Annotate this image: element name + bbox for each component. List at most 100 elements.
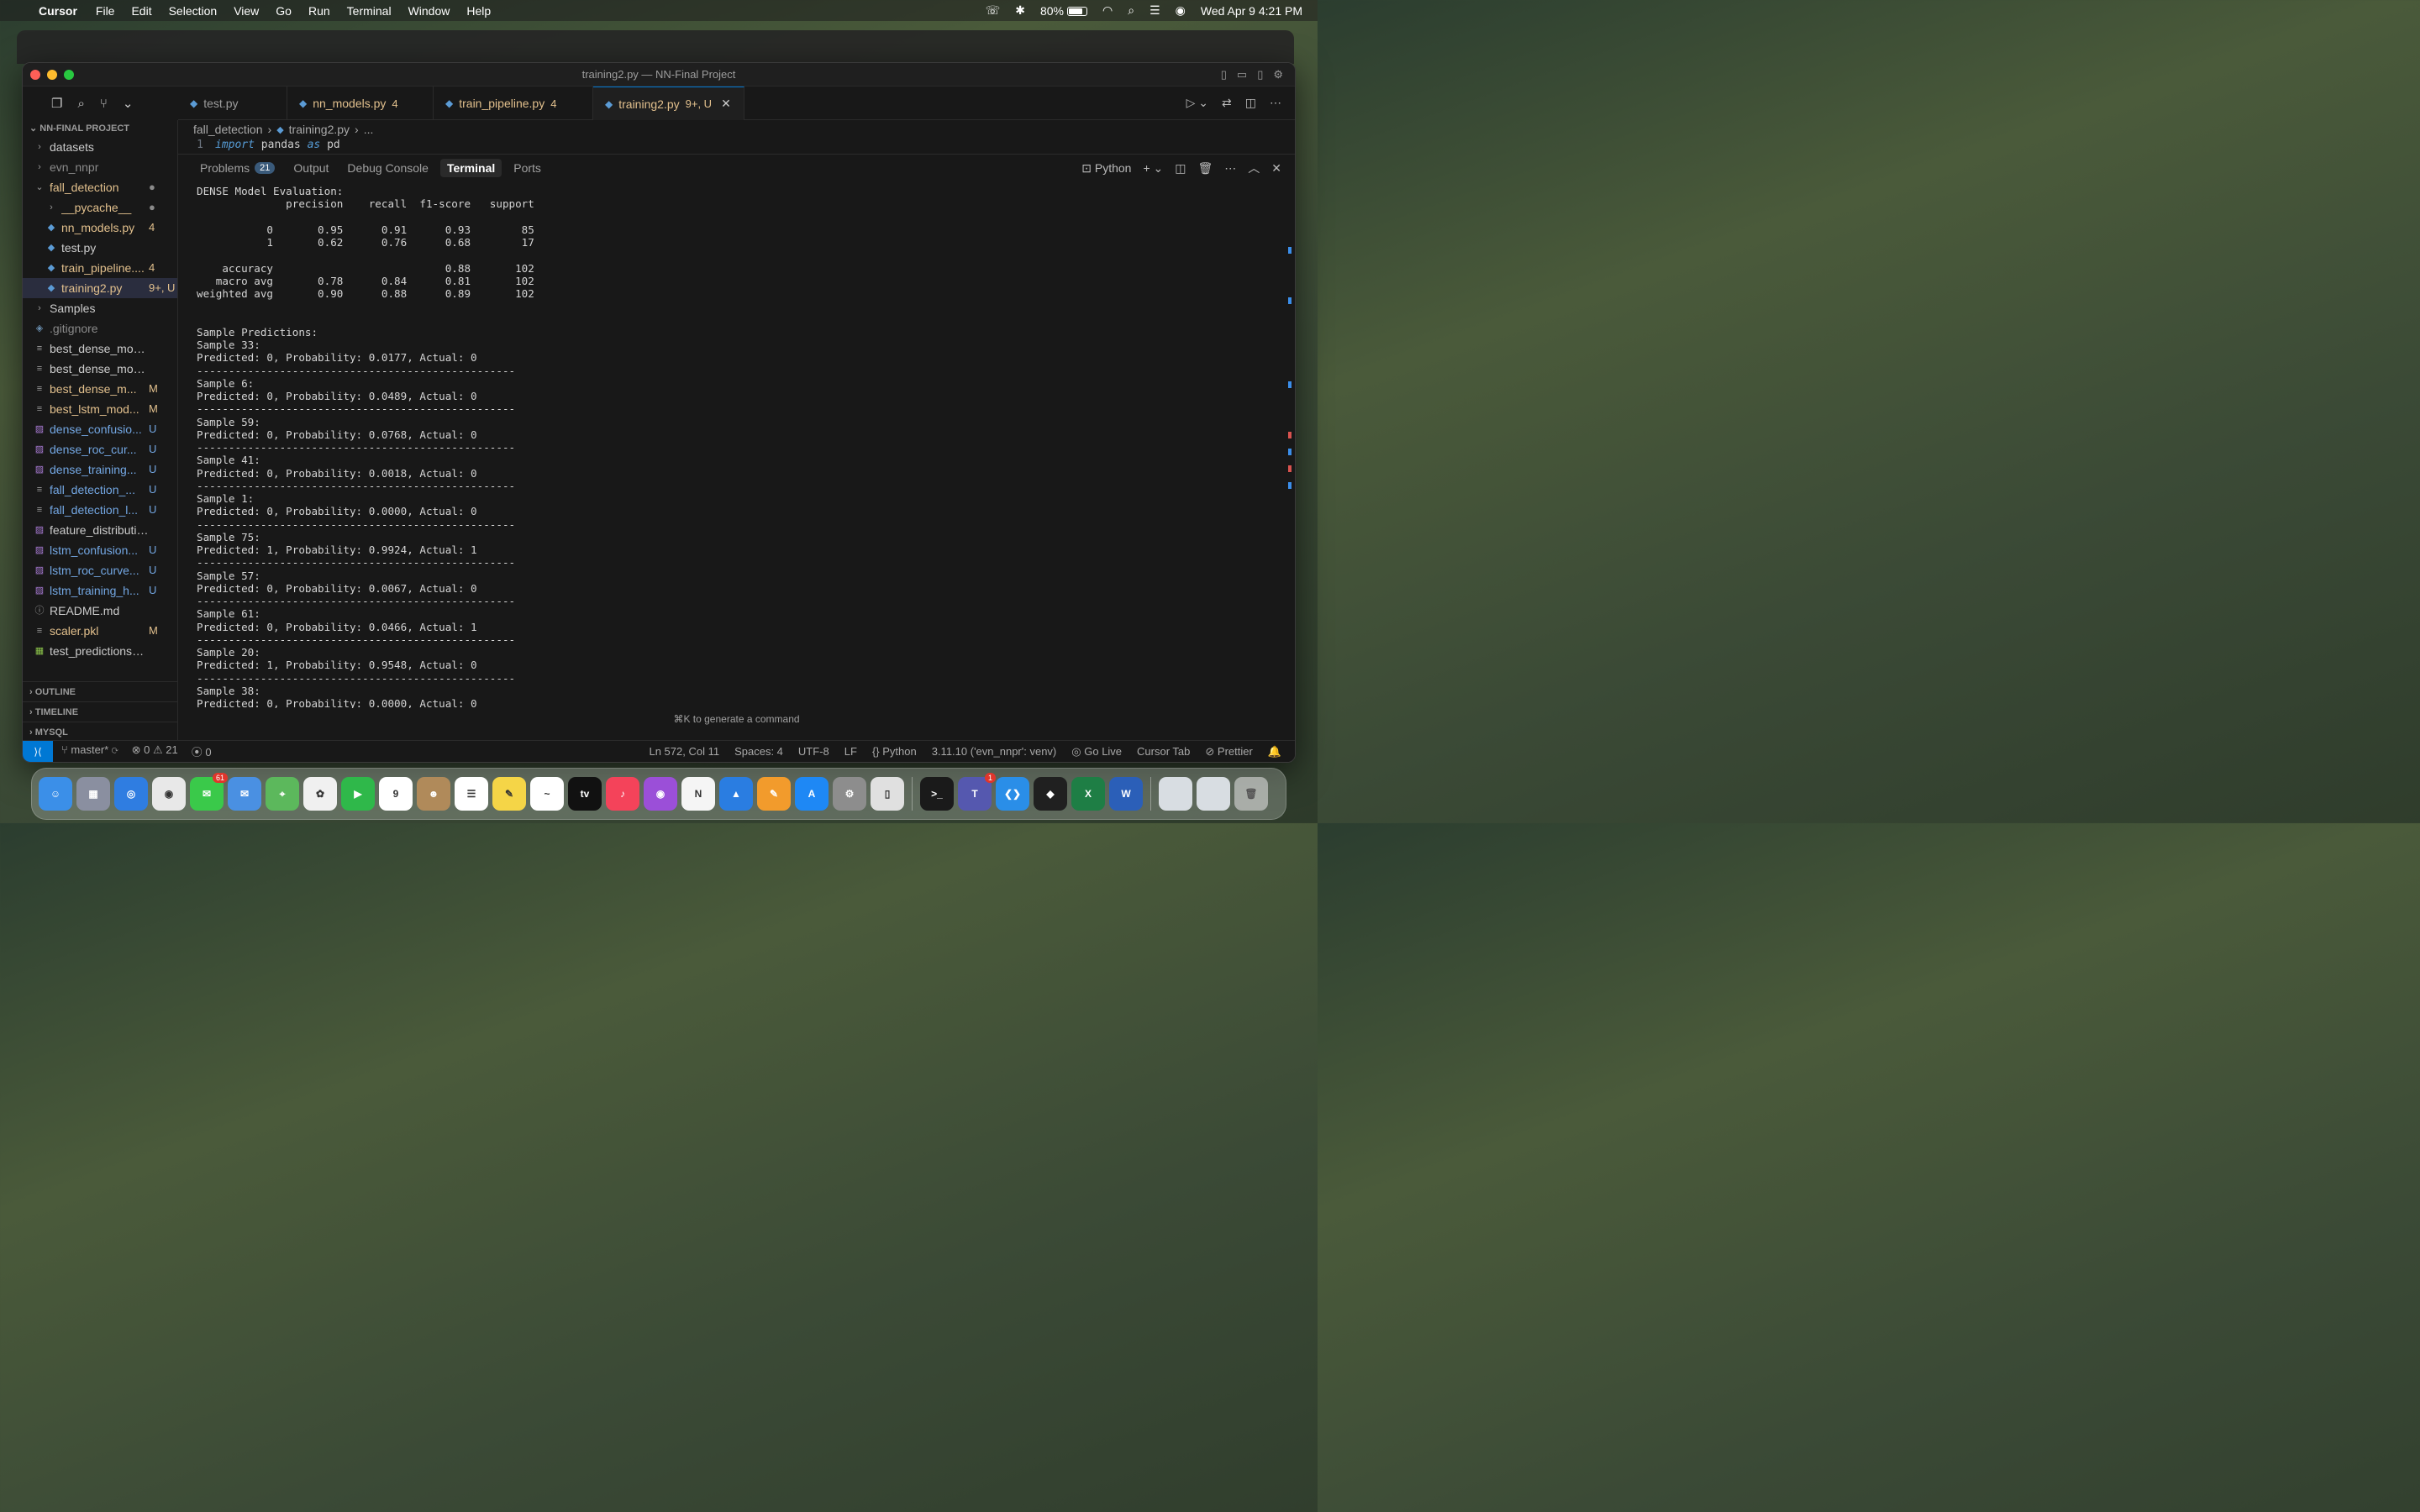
terminal-output[interactable]: DENSE Model Evaluation: precision recall… bbox=[197, 185, 1278, 708]
more-actions-icon[interactable]: ⋯ bbox=[1224, 161, 1236, 176]
run-python-file-icon[interactable]: ▷ ⌄ bbox=[1186, 96, 1208, 110]
bluetooth-icon[interactable]: ✱ bbox=[1015, 3, 1025, 18]
tab-terminal[interactable]: Terminal bbox=[439, 159, 502, 177]
file-tree-item[interactable]: ▨ dense_confusio... U bbox=[23, 419, 177, 439]
git-branch[interactable]: ⑂ master* ⟳ bbox=[61, 743, 118, 759]
file-tree-item[interactable]: ⌄ fall_detection ● bbox=[23, 177, 177, 197]
dock-app-system-settings-icon[interactable]: ⚙ bbox=[833, 777, 866, 811]
file-tree-item[interactable]: ≡ fall_detection_... U bbox=[23, 480, 177, 500]
dock-app-chrome-icon[interactable]: ◉ bbox=[152, 777, 186, 811]
mysql-section[interactable]: › MYSQL bbox=[23, 722, 178, 742]
toggle-panel-icon[interactable]: ▭ bbox=[1237, 68, 1247, 81]
file-tree-item[interactable]: ◆ train_pipeline.... 4 bbox=[23, 258, 177, 278]
file-tree-item[interactable]: ▦ test_predictions_rea... bbox=[23, 641, 177, 661]
dock-app-keynote-icon[interactable]: ▲ bbox=[719, 777, 753, 811]
file-tree-item[interactable]: ≡ best_dense_m... M bbox=[23, 379, 177, 399]
tab-train-pipeline-py[interactable]: ◆ train_pipeline.py 4 bbox=[434, 87, 593, 120]
dock-app-messages-icon[interactable]: ✉ 61 bbox=[190, 773, 228, 811]
timeline-section[interactable]: › TIMELINE bbox=[23, 701, 178, 722]
toggle-primary-sidebar-icon[interactable]: ▯ bbox=[1221, 68, 1227, 81]
dock-app-teams-icon[interactable]: T1 bbox=[958, 773, 996, 811]
menu-app-name[interactable]: Cursor bbox=[35, 4, 87, 18]
file-tree-item[interactable]: ◆ test.py bbox=[23, 238, 177, 258]
problems-summary[interactable]: ⊗ 0 ⚠ 21 bbox=[132, 743, 178, 759]
breadcrumb-more[interactable]: ... bbox=[364, 123, 374, 136]
wifi-icon[interactable]: ◠ bbox=[1102, 3, 1113, 18]
file-tree-item[interactable]: › __pycache__ ● bbox=[23, 197, 177, 218]
menu-go[interactable]: Go bbox=[267, 4, 300, 18]
cursor-position[interactable]: Ln 572, Col 11 bbox=[649, 745, 719, 759]
dock-app-iphone-mirroring-icon[interactable]: ▯ bbox=[871, 777, 904, 811]
battery-status[interactable]: 80% bbox=[1040, 4, 1088, 18]
settings-gear-icon[interactable]: ⚙ bbox=[1273, 68, 1283, 81]
breadcrumb-file[interactable]: training2.py bbox=[289, 123, 350, 136]
language-mode[interactable]: {} Python bbox=[872, 745, 917, 759]
kill-terminal-icon[interactable]: 🗑 bbox=[1197, 161, 1213, 176]
source-control-icon[interactable]: ⑂ bbox=[100, 97, 108, 111]
explorer-project-title[interactable]: ⌄ NN-FINAL PROJECT bbox=[23, 120, 177, 137]
tab-training2-py[interactable]: ◆ training2.py 9+, U ✕ bbox=[593, 87, 744, 120]
dock-app-calendar-icon[interactable]: 9 bbox=[379, 777, 413, 811]
open-changes-icon[interactable]: ⇄ bbox=[1222, 96, 1232, 110]
dock-app-cursor-icon[interactable]: ◆ bbox=[1034, 777, 1067, 811]
file-tree-item[interactable]: ◆ training2.py 9+, U bbox=[23, 278, 177, 298]
menu-run[interactable]: Run bbox=[300, 4, 339, 18]
dock-app-finder-icon[interactable]: ☺ bbox=[39, 777, 72, 811]
file-tree-item[interactable]: ▨ feature_distributions... bbox=[23, 520, 177, 540]
dock-app-word-icon[interactable]: W bbox=[1109, 777, 1143, 811]
dock-app-tv-icon[interactable]: tv bbox=[568, 777, 602, 811]
file-tree-item[interactable]: ▨ lstm_roc_curve... U bbox=[23, 560, 177, 580]
tab-problems[interactable]: Problems 21 bbox=[193, 159, 281, 177]
go-live[interactable]: ◎ Go Live bbox=[1071, 745, 1122, 759]
file-tree-item[interactable]: › evn_nnpr bbox=[23, 157, 177, 177]
dock-app-launchpad-icon[interactable]: ▦ bbox=[76, 777, 110, 811]
dock-app-excel-icon[interactable]: X bbox=[1071, 777, 1105, 811]
tab-debug-console[interactable]: Debug Console bbox=[340, 159, 435, 177]
outline-section[interactable]: › OUTLINE bbox=[23, 681, 178, 701]
file-tree-item[interactable]: ≡ scaler.pkl M bbox=[23, 621, 177, 641]
scrollbar-markers[interactable] bbox=[1286, 247, 1292, 667]
spotlight-search-icon[interactable]: ⌕ bbox=[1128, 3, 1134, 18]
split-terminal-icon[interactable]: ◫ bbox=[1175, 161, 1186, 176]
menu-file[interactable]: File bbox=[87, 4, 124, 18]
notifications-bell-icon[interactable]: 🔔 bbox=[1268, 745, 1281, 759]
menu-selection[interactable]: Selection bbox=[160, 4, 226, 18]
dock-app-maps-icon[interactable]: ⌖ bbox=[266, 777, 299, 811]
file-tree-item[interactable]: ⓘ README.md bbox=[23, 601, 177, 621]
menu-view[interactable]: View bbox=[225, 4, 267, 18]
close-panel-icon[interactable]: ✕ bbox=[1271, 161, 1281, 176]
file-tree-item[interactable]: ≡ best_lstm_mod... M bbox=[23, 399, 177, 419]
dock-stack-icon[interactable] bbox=[1197, 777, 1230, 811]
file-tree-item[interactable]: ≡ fall_detection_l... U bbox=[23, 500, 177, 520]
explorer-icon[interactable]: ❐ bbox=[51, 96, 62, 111]
control-center-icon[interactable]: ☰ bbox=[1150, 3, 1160, 18]
tab-ports[interactable]: Ports bbox=[507, 159, 548, 177]
dock-app-podcasts-icon[interactable]: ◉ bbox=[644, 777, 677, 811]
dock-app-notes-icon[interactable]: ✎ bbox=[492, 777, 526, 811]
chevron-down-icon[interactable]: ⌄ bbox=[123, 96, 134, 111]
menu-terminal[interactable]: Terminal bbox=[339, 4, 400, 18]
dock-stack-icon[interactable] bbox=[1159, 777, 1192, 811]
forwarded-ports[interactable]: ⦿ 0 bbox=[192, 743, 212, 759]
file-tree-item[interactable]: ▨ dense_roc_cur... U bbox=[23, 439, 177, 459]
dock-app-photos-icon[interactable]: ✿ bbox=[303, 777, 337, 811]
file-tree-item[interactable]: › Samples bbox=[23, 298, 177, 318]
dock-app-contacts-icon[interactable]: ☻ bbox=[417, 777, 450, 811]
dock-app-app-store-icon[interactable]: A bbox=[795, 777, 829, 811]
terminal-shell-selector[interactable]: ⊡ Python bbox=[1081, 161, 1131, 176]
file-tree-item[interactable]: ◆ nn_models.py 4 bbox=[23, 218, 177, 238]
menu-window[interactable]: Window bbox=[400, 4, 459, 18]
dock-app-facetime-icon[interactable]: ▶ bbox=[341, 777, 375, 811]
menu-edit[interactable]: Edit bbox=[123, 4, 160, 18]
dock-app-safari-icon[interactable]: ◎ bbox=[114, 777, 148, 811]
tab-test-py[interactable]: ◆ test.py bbox=[178, 87, 287, 120]
remote-indicator-icon[interactable]: ⟩⟨ bbox=[23, 740, 53, 762]
split-editor-icon[interactable]: ◫ bbox=[1245, 96, 1256, 110]
file-tree-item[interactable]: ≡ best_dense_model_... bbox=[23, 339, 177, 359]
dock-app-mail-icon[interactable]: ✉ bbox=[228, 777, 261, 811]
trash-icon[interactable]: 🗑 bbox=[1234, 777, 1268, 811]
menubar-clock[interactable]: Wed Apr 9 4:21 PM bbox=[1201, 4, 1302, 18]
teams-status-icon[interactable]: ☏ bbox=[986, 3, 1001, 18]
python-interpreter[interactable]: 3.11.10 ('evn_nnpr': venv) bbox=[932, 745, 1057, 759]
file-tree-item[interactable]: ◈ .gitignore bbox=[23, 318, 177, 339]
